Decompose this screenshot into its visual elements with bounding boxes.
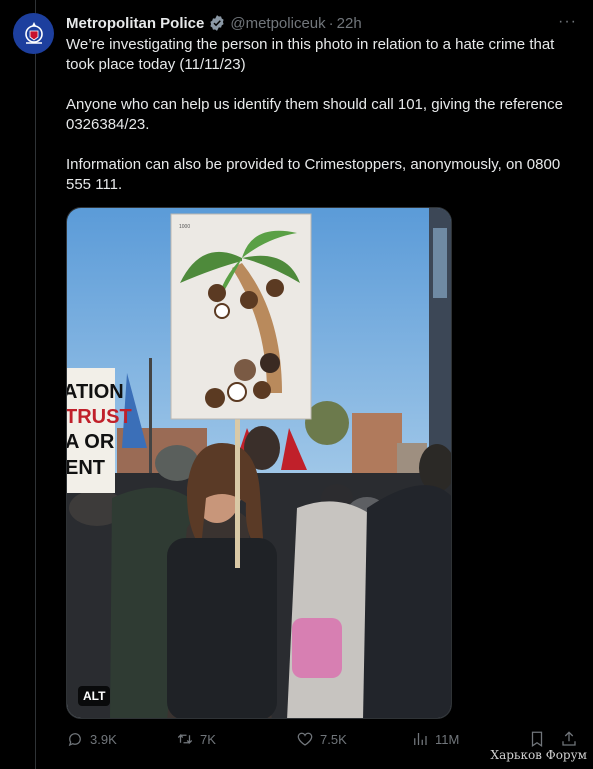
views-count: 11M — [435, 731, 460, 747]
sign-corner-text: 1000 — [179, 224, 190, 230]
tweet-header: Metropolitan Police @metpoliceuk · 22h ·… — [66, 13, 577, 33]
thread-line — [35, 0, 36, 769]
timestamp[interactable]: 22h — [337, 15, 362, 32]
placard-line-1: TRUST — [67, 406, 132, 428]
share-button[interactable] — [560, 730, 584, 748]
tweet-paragraph-2: Anyone who can help us identify them sho… — [66, 96, 563, 133]
like-count: 7.5K — [320, 731, 347, 747]
heart-icon — [297, 732, 313, 746]
protest-photo-illustration: ATION TRUST A OR ENT 1000 — [67, 208, 451, 718]
views-button[interactable]: 11M — [411, 730, 459, 748]
verified-badge-icon[interactable] — [208, 14, 226, 32]
bookmark-button[interactable] — [528, 730, 552, 748]
views-chart-icon — [414, 733, 427, 745]
reply-icon — [68, 733, 81, 747]
avatar[interactable] — [13, 13, 54, 54]
placard-line-2: A OR — [67, 431, 115, 453]
reply-button[interactable]: 3.9K — [66, 730, 117, 748]
police-crest-icon — [24, 21, 43, 44]
tweet-photo[interactable]: ATION TRUST A OR ENT 1000 — [66, 207, 452, 719]
author-handle[interactable]: @metpoliceuk — [230, 15, 325, 32]
share-icon — [562, 731, 576, 746]
alt-text-badge[interactable]: ALT — [78, 686, 111, 706]
tweet-paragraph-3: Information can also be provided to Crim… — [66, 156, 561, 193]
watermark: Харьков Форум — [490, 748, 587, 762]
separator-dot: · — [328, 14, 334, 32]
more-options-icon[interactable]: ··· — [558, 13, 577, 31]
repost-count: 7K — [200, 731, 216, 747]
bookmark-icon — [531, 731, 543, 747]
tweet-paragraph-1: We’re investigating the person in this p… — [66, 36, 555, 73]
author-name[interactable]: Metropolitan Police — [66, 15, 204, 32]
reply-count: 3.9K — [90, 731, 117, 747]
like-button[interactable]: 7.5K — [296, 730, 347, 748]
placard-top-text: ATION — [67, 381, 124, 403]
repost-icon — [177, 733, 193, 745]
tweet-text: We’re investigating the person in this p… — [66, 35, 581, 215]
placard-line-3: ENT — [67, 457, 105, 479]
repost-button[interactable]: 7K — [176, 730, 216, 748]
